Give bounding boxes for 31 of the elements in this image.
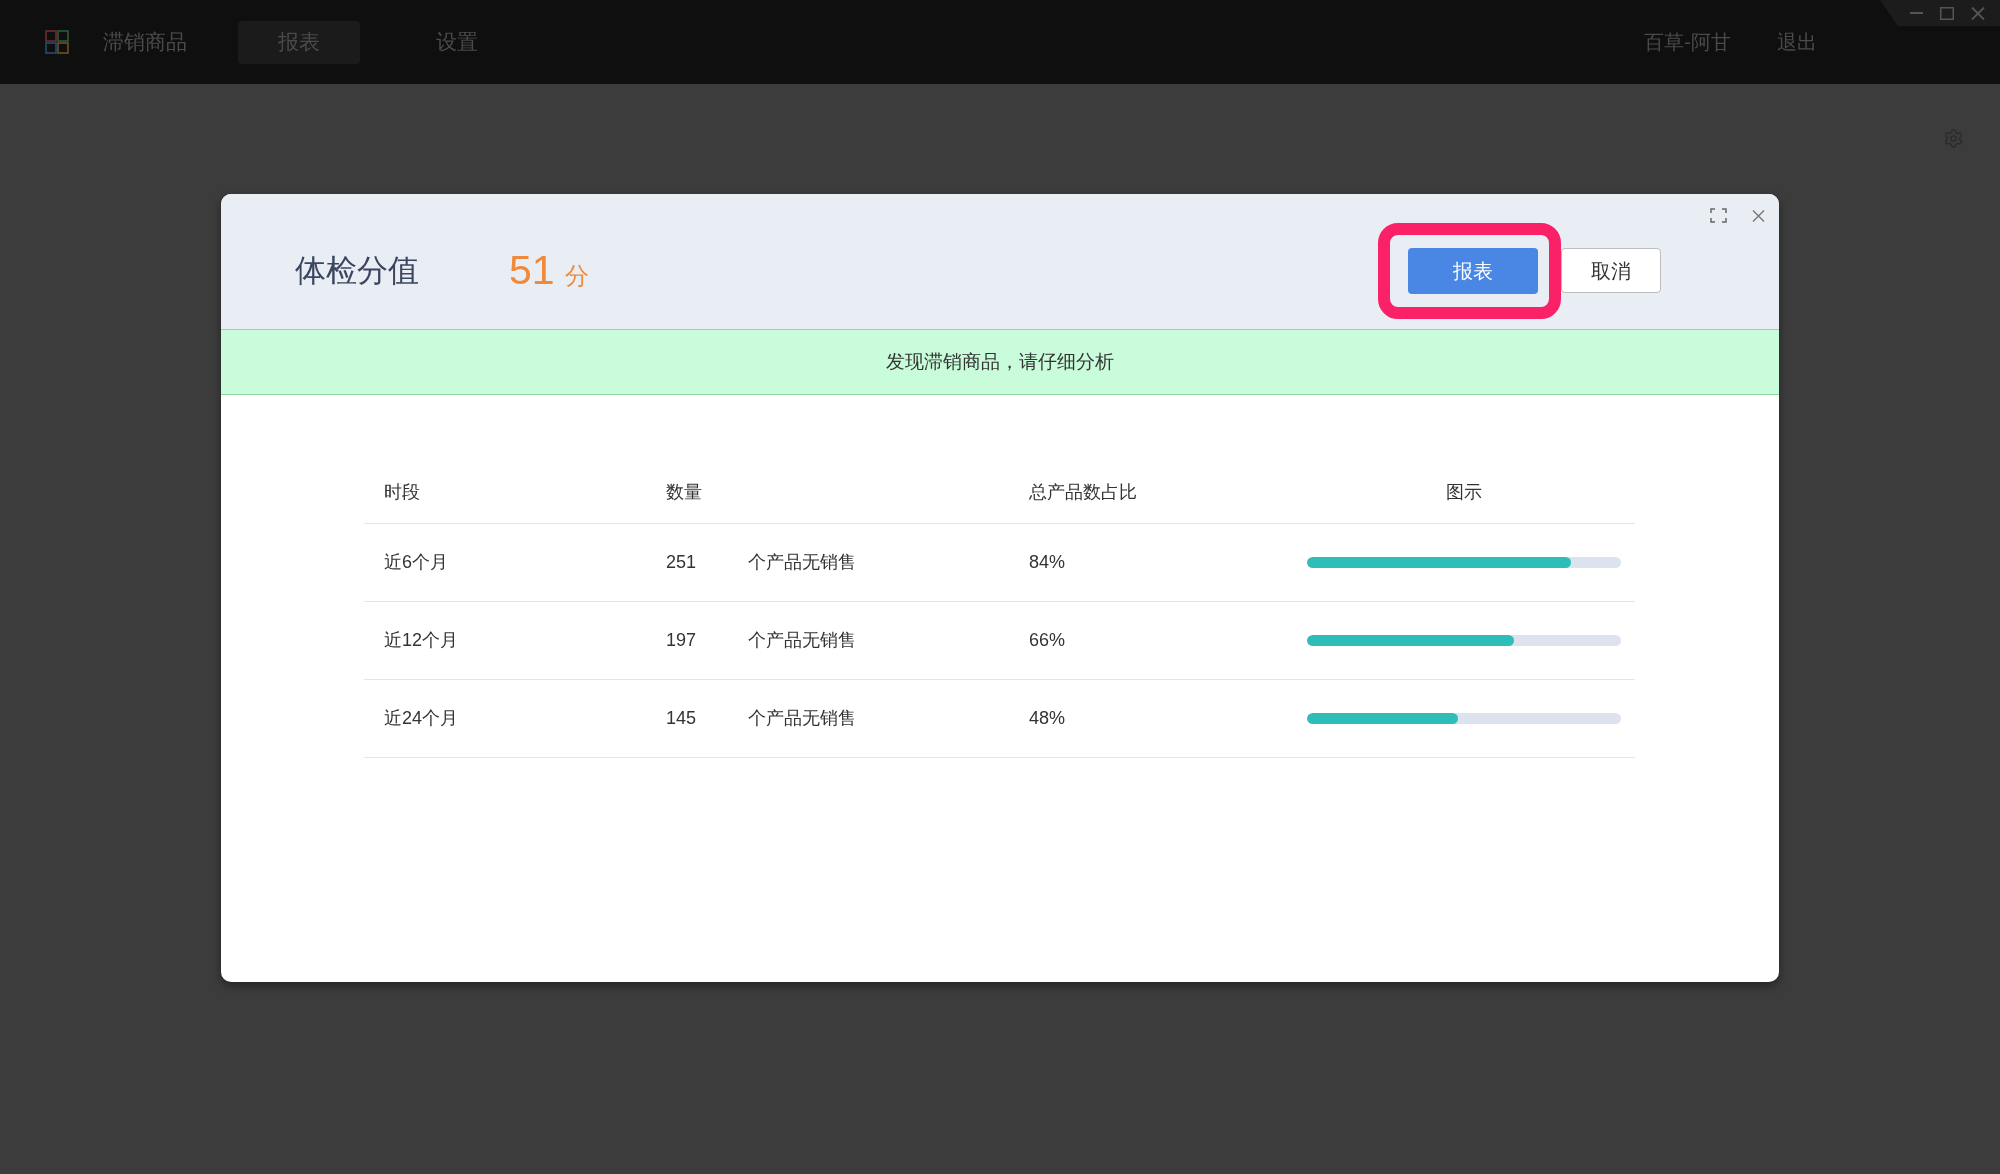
table-cell-text: 个产品无销售 — [748, 707, 856, 730]
notice-text: 发现滞销商品，请仔细分析 — [886, 349, 1114, 374]
close-icon[interactable] — [1971, 6, 1985, 20]
fullscreen-icon[interactable] — [1710, 208, 1727, 223]
column-header: 数量 — [665, 481, 703, 504]
column-header: 图示 — [1445, 481, 1483, 504]
logout-link[interactable]: 退出 — [1777, 27, 1817, 57]
close-icon[interactable] — [1752, 209, 1765, 222]
user-name: 百草-阿甘 — [1644, 30, 1731, 55]
table-cell-text: 145 — [666, 707, 698, 730]
table-cell-text: 近12个月 — [383, 629, 460, 652]
table-cell-text: 197 — [666, 629, 698, 652]
table-cell-text: 个产品无销售 — [748, 629, 856, 652]
table-cell-text: 84% — [1028, 551, 1067, 574]
grid-logo-icon — [45, 30, 69, 54]
table-cell-text: 251 — [666, 551, 698, 574]
table-cell-text: 48% — [1028, 707, 1067, 730]
table-cell-text: 近24个月 — [383, 707, 460, 730]
app-title: 滞销商品 — [103, 29, 187, 56]
column-header: 时段 — [383, 481, 421, 504]
dialog-title: 体检分值 — [295, 255, 419, 286]
column-header: 总产品数占比 — [1028, 481, 1138, 504]
table-cell-text: 近6个月 — [383, 551, 449, 574]
nav-tab[interactable]: 设置 — [396, 20, 518, 64]
report-button[interactable]: 报表 — [1408, 247, 1538, 294]
table-cell-text: 个产品无销售 — [748, 551, 856, 574]
maximize-icon[interactable] — [1940, 6, 1954, 20]
table-cell-text: 66% — [1028, 629, 1067, 652]
score-value: 51 — [509, 250, 555, 291]
score-unit: 分 — [564, 264, 589, 288]
cancel-button[interactable]: 取消 — [1561, 248, 1661, 293]
